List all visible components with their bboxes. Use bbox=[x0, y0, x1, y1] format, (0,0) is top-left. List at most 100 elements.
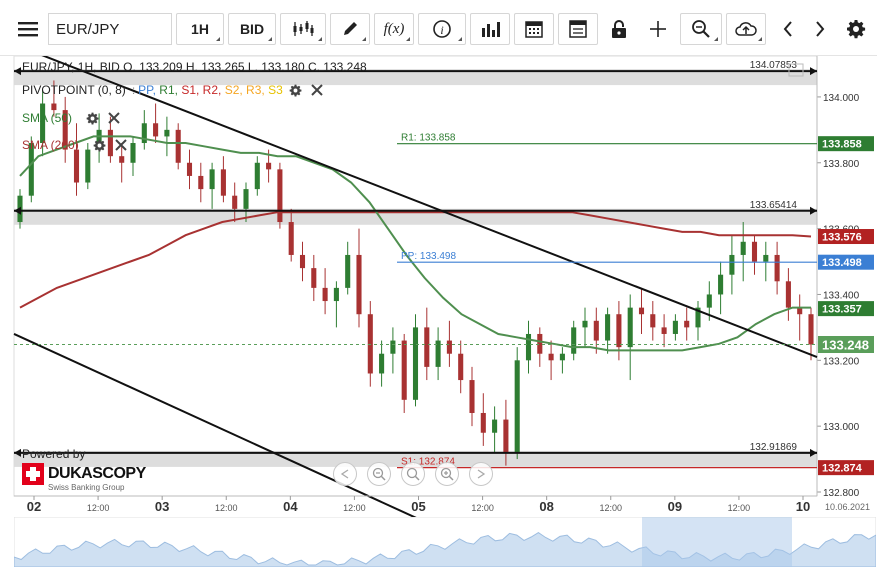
reset-zoom-button[interactable] bbox=[401, 462, 425, 486]
candle-body bbox=[288, 222, 294, 255]
y-tick-label: 132.800 bbox=[823, 488, 860, 499]
symbol-input[interactable] bbox=[48, 13, 172, 45]
side-select[interactable]: BID bbox=[228, 13, 276, 45]
candle-body bbox=[85, 149, 91, 183]
crosshair-icon bbox=[650, 21, 666, 37]
upload-button[interactable] bbox=[726, 13, 766, 45]
info-button[interactable]: i bbox=[418, 13, 466, 45]
candle-body bbox=[616, 314, 622, 348]
cloud-upload-icon bbox=[735, 22, 757, 36]
x-tick-label: 12:00 bbox=[87, 503, 110, 513]
indicators-label: f(x) bbox=[383, 20, 405, 37]
magnifier-icon bbox=[692, 20, 710, 38]
chevron-left-icon bbox=[783, 21, 792, 37]
menu-button[interactable] bbox=[12, 13, 44, 45]
logo-row: DUKASCOPY bbox=[22, 463, 152, 485]
indicators-button[interactable]: f(x) bbox=[374, 13, 414, 45]
candle-body bbox=[548, 353, 554, 361]
settings-button[interactable] bbox=[840, 13, 872, 45]
candle-body bbox=[424, 327, 430, 367]
scroll-left-button[interactable] bbox=[772, 13, 804, 45]
navigator-strip[interactable] bbox=[14, 517, 876, 567]
sma50-legend: SMA (50) bbox=[22, 111, 120, 125]
candle-body bbox=[785, 281, 791, 308]
zoom-button[interactable] bbox=[680, 13, 722, 45]
candle-body bbox=[299, 254, 306, 269]
candle-body bbox=[729, 254, 735, 275]
chevron-right-icon bbox=[816, 21, 825, 37]
candle-body bbox=[503, 419, 509, 453]
powered-by-text: Powered by bbox=[22, 447, 86, 461]
pan-right-button[interactable] bbox=[469, 462, 493, 486]
volume-button[interactable] bbox=[470, 13, 510, 45]
candle-body bbox=[582, 320, 588, 328]
candle-body bbox=[164, 129, 170, 137]
candle-body bbox=[525, 333, 532, 361]
pivot-title: PIVOTPOINT (0, 8) bbox=[22, 83, 126, 97]
candle-body bbox=[119, 156, 125, 163]
gear-icon[interactable] bbox=[93, 139, 106, 152]
table-button[interactable] bbox=[558, 13, 598, 45]
candle-body bbox=[209, 169, 215, 190]
close-icon[interactable] bbox=[311, 84, 323, 96]
price-tag-label: 132.874 bbox=[822, 463, 863, 475]
candle-body bbox=[740, 241, 746, 255]
candle-body bbox=[379, 353, 385, 374]
pivot-legend-item: R1, bbox=[159, 83, 182, 97]
calendar-button[interactable] bbox=[514, 13, 554, 45]
sma200-legend: SMA (200) bbox=[22, 138, 127, 152]
candle-body bbox=[333, 287, 339, 302]
navigator-window[interactable] bbox=[642, 517, 792, 567]
candle-body bbox=[266, 162, 272, 170]
pencil-icon bbox=[344, 22, 357, 35]
lock-button[interactable] bbox=[602, 13, 636, 45]
candle-body bbox=[277, 169, 283, 223]
level-label: 133.65414 bbox=[750, 200, 798, 211]
gear-icon[interactable] bbox=[289, 84, 302, 97]
y-tick-label: 133.800 bbox=[823, 159, 860, 170]
zoom-out-button[interactable] bbox=[367, 462, 391, 486]
x-tick-label: 12:00 bbox=[471, 503, 494, 513]
ohlc-text: EUR/JPY, 1H, BID O. 133.209 H. 133.265 L… bbox=[22, 60, 367, 74]
candle-body bbox=[198, 175, 204, 190]
gear-icon bbox=[847, 20, 866, 39]
pivot-legend-item: R2, bbox=[202, 83, 225, 97]
y-tick-label: 134.000 bbox=[823, 93, 860, 104]
candle-body bbox=[345, 254, 351, 288]
candle-body bbox=[130, 143, 136, 163]
candle-body bbox=[514, 360, 520, 453]
pivot-legend-item: S2, bbox=[224, 83, 247, 97]
chart-type-button[interactable] bbox=[280, 13, 326, 45]
x-tick-label: 08 bbox=[539, 499, 553, 514]
timeframe-select[interactable]: 1H bbox=[176, 13, 224, 45]
pan-left-button[interactable] bbox=[333, 462, 357, 486]
candle-body bbox=[73, 149, 80, 183]
bar-chart-icon bbox=[482, 22, 500, 37]
chart-nav-controls bbox=[333, 462, 503, 488]
price-tag-label: 133.498 bbox=[822, 257, 862, 269]
candle-body bbox=[706, 294, 712, 308]
close-icon[interactable] bbox=[108, 112, 120, 124]
crosshair-button[interactable] bbox=[640, 13, 676, 45]
brand-name: DUKASCOPY bbox=[48, 465, 146, 482]
candle-body bbox=[593, 320, 599, 341]
gear-icon[interactable] bbox=[86, 112, 99, 125]
pivot-legend-item: PP, bbox=[138, 83, 160, 97]
scroll-right-button[interactable] bbox=[804, 13, 836, 45]
x-tick-label: 04 bbox=[283, 499, 298, 514]
hamburger-icon bbox=[18, 22, 38, 37]
zoom-in-button[interactable] bbox=[435, 462, 459, 486]
x-tick-label: 12:00 bbox=[728, 503, 751, 513]
pivot-label: PP: 133.498 bbox=[401, 251, 456, 262]
side-label: BID bbox=[239, 21, 265, 37]
candle-body bbox=[559, 353, 565, 361]
price-tag-label: 133.357 bbox=[822, 304, 862, 316]
candle-body bbox=[627, 307, 633, 348]
draw-tool-button[interactable] bbox=[330, 13, 370, 45]
pivot-label: R1: 133.858 bbox=[401, 133, 456, 144]
candle-body bbox=[390, 340, 396, 354]
candle-body bbox=[469, 380, 475, 413]
level-label: 134.07853 bbox=[750, 60, 798, 71]
close-icon[interactable] bbox=[114, 139, 127, 151]
candle-body bbox=[537, 333, 543, 354]
